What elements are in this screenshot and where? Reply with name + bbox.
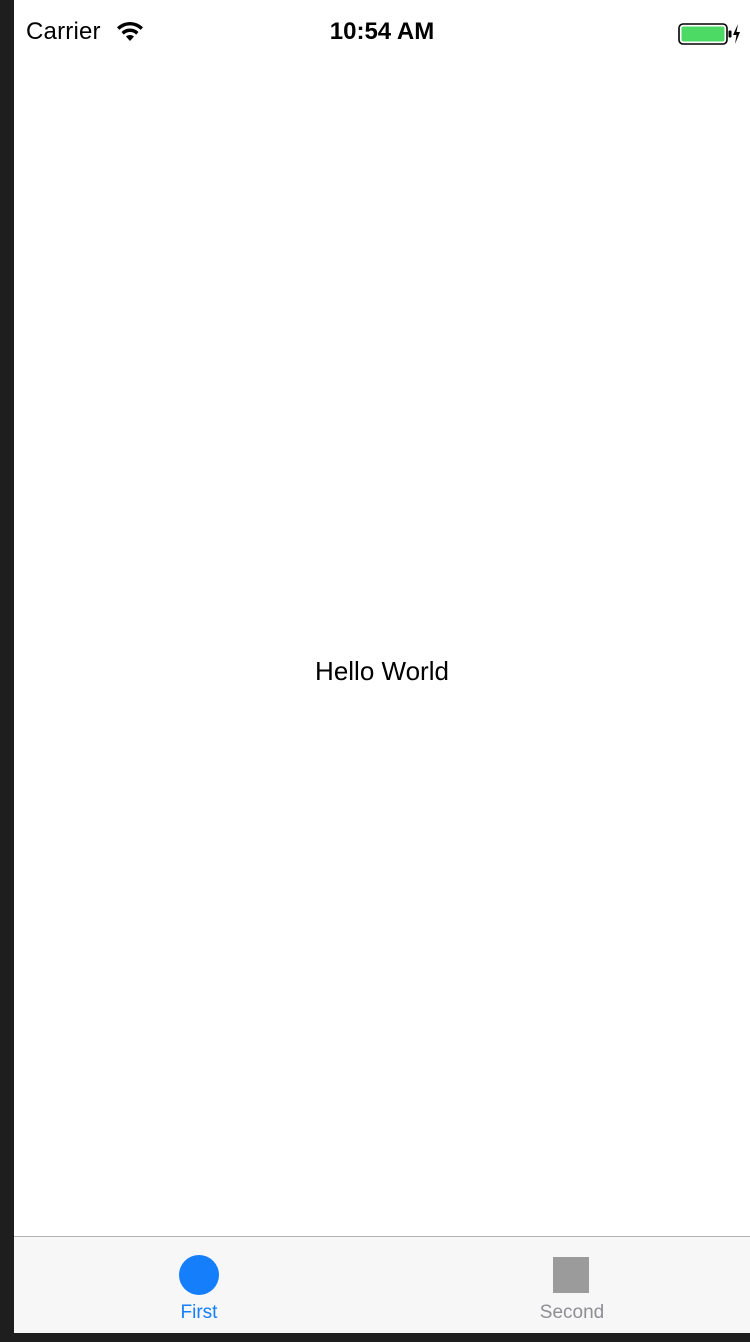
tab-second-label: Second (539, 1302, 605, 1323)
battery-charging-icon (678, 23, 740, 45)
tab-bar: First Second (14, 1236, 750, 1333)
tab-first[interactable]: First (14, 1237, 382, 1333)
hello-label: Hello World (315, 656, 449, 686)
square-icon (553, 1257, 589, 1293)
app-screen: Carrier 10:54 AM Hello World First Secon… (14, 0, 750, 1333)
status-bar: Carrier 10:54 AM (14, 0, 750, 64)
circle-icon (179, 1255, 219, 1295)
tab-second[interactable]: Second (382, 1237, 750, 1333)
device-frame: Carrier 10:54 AM Hello World First Secon… (0, 0, 750, 1342)
main-content: Hello World (14, 64, 750, 1236)
tab-first-label: First (180, 1302, 218, 1323)
status-time: 10:54 AM (329, 18, 435, 45)
